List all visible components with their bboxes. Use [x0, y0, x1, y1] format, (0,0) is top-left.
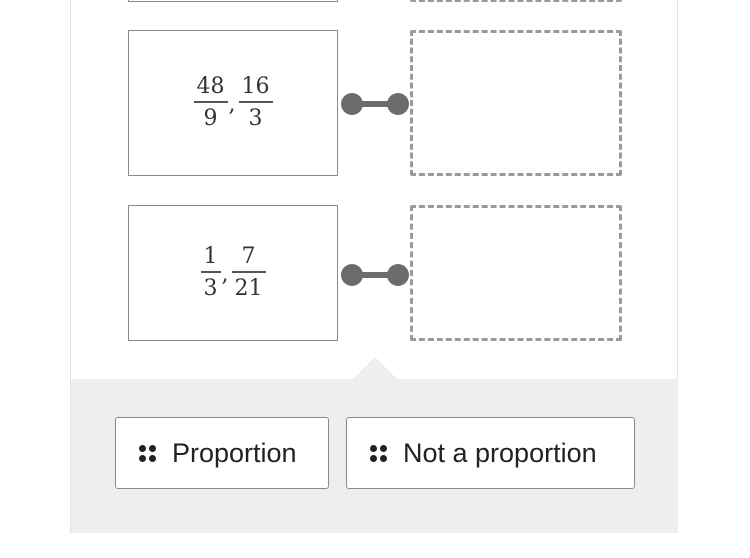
prompt-box-previous: [128, 0, 338, 2]
prompt-box-row-2: 1 3 , 7 21: [128, 205, 338, 341]
fraction: 7 21: [231, 244, 266, 301]
numerator: 1: [203, 244, 218, 270]
grip-dots-icon: [370, 444, 387, 462]
numerator: 7: [241, 244, 256, 270]
connector-dot: [387, 264, 409, 286]
fraction-pair-row-2: 1 3 , 7 21: [200, 244, 266, 301]
denominator: 3: [248, 105, 263, 131]
denominator: 3: [203, 275, 218, 301]
comma-separator: ,: [228, 91, 236, 117]
denominator: 21: [234, 275, 263, 301]
denominator: 9: [203, 105, 218, 131]
fraction-pair-row-1: 48 9 , 16 3: [193, 74, 273, 131]
connector-dot: [387, 93, 409, 115]
prompt-box-row-1: 48 9 , 16 3: [128, 30, 338, 176]
numerator: 16: [241, 74, 270, 100]
option-proportion-chip[interactable]: Proportion: [115, 417, 329, 489]
link-connector-icon: [341, 91, 410, 117]
option-label: Proportion: [172, 437, 297, 468]
drop-slot-row-2[interactable]: [410, 205, 622, 341]
link-connector-icon: [341, 262, 410, 288]
comma-separator: ,: [221, 261, 229, 287]
option-not-proportion-chip[interactable]: Not a proportion: [346, 417, 635, 489]
drop-slot-row-1[interactable]: [410, 30, 622, 176]
fraction: 48 9: [193, 74, 228, 131]
grip-dots-icon: [139, 444, 156, 462]
fraction: 16 3: [238, 74, 273, 131]
tray-pointer: [353, 357, 397, 379]
drop-slot-previous[interactable]: [410, 0, 622, 2]
fraction: 1 3: [200, 244, 221, 301]
option-label: Not a proportion: [403, 437, 597, 468]
numerator: 48: [196, 74, 225, 100]
